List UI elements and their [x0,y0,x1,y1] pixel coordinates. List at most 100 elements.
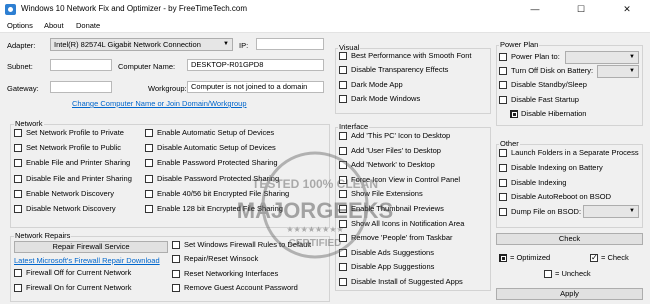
repair-firewall-button[interactable]: Repair Firewall Service [14,241,168,253]
turn-off-disk-select[interactable]: ▼ [597,65,639,78]
power-plan-label: Power Plan to: [511,52,560,61]
repair-reset-winsock-checkbox[interactable] [172,255,180,264]
ip-field[interactable] [256,38,324,50]
power-plan-select[interactable]: ▼ [565,51,639,64]
legend-optimized-label: = Optimized [510,253,551,262]
set-network-profile-to-private-label: Set Network Profile to Private [26,128,124,137]
enable-password-protected-sharing-label: Enable Password Protected Sharing [157,158,278,168]
disable-hibernation-label: Disable Hibernation [521,109,587,118]
disable-network-discovery-label: Disable Network Discovery [26,204,116,213]
disable-app-suggestions-label: Disable App Suggestions [351,262,435,272]
set-network-profile-to-public-label: Set Network Profile to Public [26,143,122,153]
dark-mode-windows-checkbox[interactable] [339,94,347,103]
disable-transparency-effects-label: Disable Transparency Effects [351,65,449,75]
enable-automatic-setup-of-devices-checkbox[interactable] [145,129,153,137]
legend-uncheck-label: = Uncheck [555,269,591,278]
enable-128-bit-encrypted-file-sharing-checkbox[interactable] [145,205,153,213]
set-network-profile-to-private-checkbox[interactable] [14,129,22,137]
disable-app-suggestions-checkbox[interactable] [339,263,347,272]
gateway-label: Gateway: [7,84,39,93]
subnet-field[interactable] [50,59,112,71]
turn-off-disk-checkbox[interactable] [499,67,507,75]
disable-indexing-checkbox[interactable] [499,178,507,187]
network-repairs-title: Network Repairs [14,231,72,240]
subnet-label: Subnet: [7,62,33,71]
show-file-extensions-checkbox[interactable] [339,190,347,199]
firewall-on-for-current-network-label: Firewall On for Current Network [26,283,132,292]
remove-guest-account-password-checkbox[interactable] [172,284,180,293]
check-button[interactable]: Check [496,233,643,245]
firewall-repair-download-link[interactable]: Latest Microsoft's Firewall Repair Downl… [14,256,160,265]
disable-indexing-label: Disable Indexing [511,177,567,187]
reset-networking-interfaces-label: Reset Networking Interfaces [184,268,279,278]
remove-people-from-taskbar-checkbox[interactable] [339,234,347,243]
adapter-select[interactable]: Intel(R) 82574L Gigabit Network Connecti… [50,38,233,51]
enable-128-bit-encrypted-file-sharing-label: Enable 128 bit Encrypted File Sharing [157,204,283,213]
adapter-label: Adapter: [7,41,36,50]
enable-network-discovery-label: Enable Network Discovery [26,188,114,198]
menu-about[interactable]: About [44,21,64,30]
disable-file-and-printer-sharing-checkbox[interactable] [14,174,22,183]
firewall-off-for-current-network-checkbox[interactable] [14,269,22,277]
force-icon-view-in-control-panel-checkbox[interactable] [339,175,347,184]
enable-network-discovery-checkbox[interactable] [14,189,22,198]
disable-fast-startup-label: Disable Fast Startup [511,94,579,104]
enable-password-protected-sharing-checkbox[interactable] [145,159,153,168]
other-group-title: Other [499,139,520,148]
disable-fast-startup-checkbox[interactable] [499,95,507,104]
disable-transparency-effects-checkbox[interactable] [339,66,347,75]
disable-autoreboot-on-bsod-checkbox[interactable] [499,193,507,202]
firewall-on-for-current-network-checkbox[interactable] [14,284,22,292]
power-plan-checkbox[interactable] [499,53,507,61]
disable-indexing-on-battery-label: Disable Indexing on Battery [511,162,603,172]
disable-indexing-on-battery-checkbox[interactable] [499,163,507,172]
menu-options[interactable]: Options [7,21,33,30]
change-computer-name-link[interactable]: Change Computer Name or Join Domain/Work… [72,99,247,108]
workgroup-label: Workgroup: [148,84,187,93]
chevron-down-icon: ▼ [629,54,635,60]
dump-file-select[interactable]: ▼ [583,205,639,218]
set-network-profile-to-public-checkbox[interactable] [14,144,22,153]
disable-install-of-suggested-apps-checkbox[interactable] [339,278,347,286]
disable-automatic-setup-of-devices-checkbox[interactable] [145,144,153,153]
disable-install-of-suggested-apps-label: Disable Install of Suggested Apps [351,277,463,286]
dark-mode-app-label: Dark Mode App [351,79,403,89]
show-file-extensions-label: Show File Extensions [351,189,423,199]
disable-hibernation-checkbox[interactable] [510,110,518,118]
enable-file-and-printer-sharing-checkbox[interactable] [14,159,22,168]
minimize-button[interactable]: — [512,0,558,19]
enable-40-56-bit-encrypted-file-sharing-checkbox[interactable] [145,189,153,198]
disable-password-protected-sharing-checkbox[interactable] [145,174,153,183]
best-performance-with-smooth-font-label: Best Performance with Smooth Font [351,51,472,60]
enable-thumbnail-previews-checkbox[interactable] [339,205,347,213]
add-user-files-to-desktop-checkbox[interactable] [339,146,347,155]
launch-folders-in-a-separate-process-checkbox[interactable] [499,149,507,157]
disable-password-protected-sharing-label: Disable Password Protected Sharing [157,173,280,183]
workgroup-field[interactable]: Computer is not joined to a domain [187,81,324,93]
close-button[interactable]: ✕ [604,0,650,19]
maximize-button[interactable]: ☐ [558,0,604,19]
apply-button[interactable]: Apply [496,288,643,300]
menu-donate[interactable]: Donate [76,21,100,30]
legend-check-label: = Check [601,253,629,262]
show-all-icons-in-notification-area-checkbox[interactable] [339,219,347,228]
disable-network-discovery-checkbox[interactable] [14,205,22,213]
enable-file-and-printer-sharing-label: Enable File and Printer Sharing [26,158,131,168]
gateway-field[interactable] [50,81,112,93]
add-network-to-desktop-checkbox[interactable] [339,161,347,170]
legend-optimized-box [499,254,507,262]
disable-ads-suggestions-checkbox[interactable] [339,248,347,257]
dump-file-checkbox[interactable] [499,208,507,216]
add-this-pc-icon-to-desktop-checkbox[interactable] [339,132,347,140]
computer-name-field[interactable]: DESKTOP-R01GPD8 [187,59,324,71]
disable-standby-sleep-checkbox[interactable] [499,81,507,89]
dark-mode-windows-label: Dark Mode Windows [351,93,421,103]
set-windows-firewall-rules-to-default-checkbox[interactable] [172,241,180,249]
interface-group-title: Interface [338,122,370,131]
best-performance-with-smooth-font-checkbox[interactable] [339,52,347,60]
disable-file-and-printer-sharing-label: Disable File and Printer Sharing [26,173,132,183]
dark-mode-app-checkbox[interactable] [339,80,347,89]
computer-name-label: Computer Name: [118,62,176,71]
disable-automatic-setup-of-devices-label: Disable Automatic Setup of Devices [157,143,276,153]
reset-networking-interfaces-checkbox[interactable] [172,269,180,278]
